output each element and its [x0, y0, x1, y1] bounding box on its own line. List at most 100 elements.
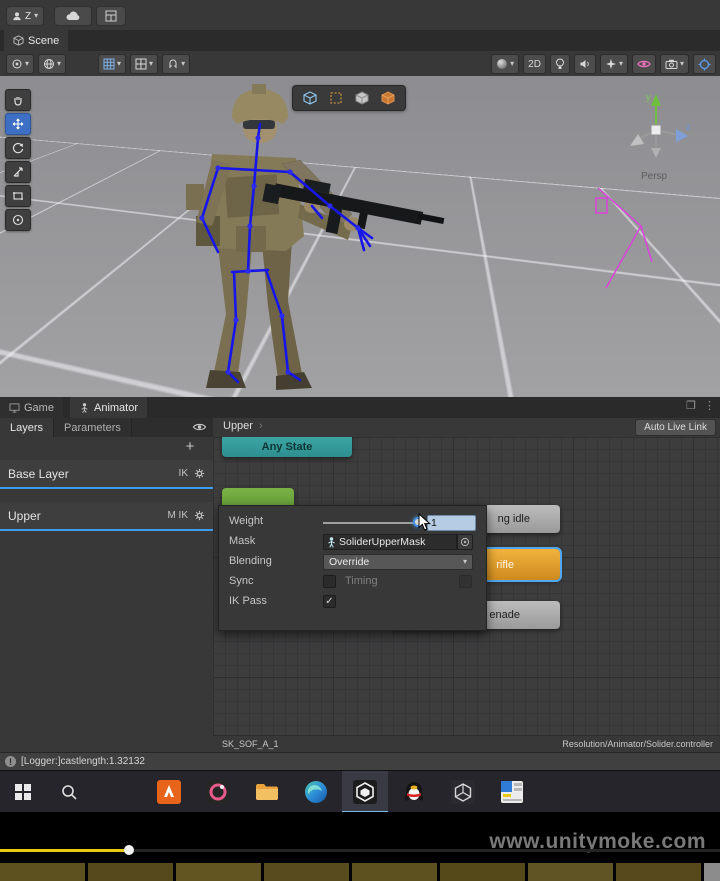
dashed-frame-icon [329, 91, 343, 105]
thumbnail-tile [264, 863, 349, 881]
layer-item-upper[interactable]: Upper M IK [0, 502, 213, 531]
dock-icon[interactable]: ❐ [686, 399, 696, 412]
thumbnail-tile [616, 863, 701, 881]
handle-orientation-button[interactable]: ▾ [38, 54, 66, 74]
start-button[interactable] [0, 771, 46, 813]
gear-icon[interactable] [194, 468, 205, 479]
hand-icon [12, 94, 24, 106]
blending-value: Override [329, 556, 369, 568]
tab-game[interactable]: Game [0, 397, 63, 418]
taskbar-unity-hub[interactable] [440, 771, 486, 813]
grid-snapping-button[interactable]: ▾ [130, 54, 158, 74]
sync-label: Sync [229, 575, 253, 587]
gray-cube-button[interactable] [351, 89, 373, 107]
checkmark-icon: ✓ [325, 596, 333, 607]
frame-mode-button[interactable] [325, 89, 347, 107]
any-state-label: Any State [262, 441, 313, 453]
kebab-menu-icon[interactable]: ⋮ [704, 399, 715, 412]
auto-live-link-button[interactable]: Auto Live Link [635, 419, 716, 436]
graph-header: Upper › Auto Live Link [213, 418, 720, 438]
weight-value-field[interactable]: 1 [427, 515, 476, 531]
ik-pass-checkbox[interactable]: ✓ [323, 595, 336, 608]
hand-tool-button[interactable] [5, 89, 31, 111]
grid-visibility-button[interactable]: ▾ [98, 54, 126, 74]
timing-checkbox[interactable] [459, 575, 472, 588]
thumbnail-tile [0, 863, 85, 881]
taskbar-app-orange[interactable] [146, 771, 192, 813]
video-progress-knob[interactable] [124, 845, 134, 855]
tab-parameters[interactable]: Parameters [54, 418, 132, 437]
object-picker-button[interactable] [457, 534, 473, 550]
folder-icon [254, 779, 280, 805]
sync-checkbox[interactable] [323, 575, 336, 588]
persp-label[interactable]: Persp [641, 171, 667, 182]
shaded-sphere-icon [496, 58, 508, 70]
taskbar-search-button[interactable] [46, 771, 92, 813]
taskbar-file-explorer[interactable] [244, 771, 290, 813]
video-thumbnail-strip[interactable] [0, 863, 720, 881]
tab-scene[interactable]: Scene [4, 30, 68, 51]
shaded-cube-button[interactable] [299, 89, 321, 107]
titlebar: Z ▾ [0, 0, 720, 31]
layer-ik-badge: IK [179, 468, 188, 479]
layers-eye-button[interactable] [192, 422, 207, 432]
scene-gizmo[interactable]: y z [618, 88, 694, 168]
2d-toggle-button[interactable]: 2D [523, 54, 546, 74]
controller-path: Resolution/Animator/Solider.controller [562, 739, 713, 749]
any-state-node[interactable]: Any State [222, 437, 352, 457]
rect-icon [12, 190, 24, 202]
thumbnail-tile [704, 863, 720, 881]
scale-tool-button[interactable] [5, 161, 31, 183]
add-layer-button[interactable]: + [181, 437, 199, 455]
game-monitor-icon [9, 403, 20, 413]
grid-layout-icon [105, 10, 117, 22]
layer-name: Base Layer [8, 467, 179, 481]
cloud-button[interactable] [54, 6, 92, 26]
account-button[interactable]: Z ▾ [6, 6, 44, 26]
rifle-state-label: rifle [496, 559, 514, 571]
blending-dropdown[interactable]: Override ▾ [323, 554, 473, 570]
tool-settings-button[interactable]: ▾ [6, 54, 34, 74]
scene-viewport[interactable]: y z Persp [0, 76, 720, 397]
paint-app-icon [205, 779, 231, 805]
taskbar-qq[interactable] [391, 771, 437, 813]
lighting-toggle-button[interactable] [550, 54, 570, 74]
snap-toggle-button[interactable]: ▾ [162, 54, 190, 74]
chevron-down-icon: ▾ [619, 60, 623, 68]
mouse-cursor [418, 513, 431, 531]
shading-mode-button[interactable]: ▾ [491, 54, 519, 74]
breadcrumb-label: Upper [223, 420, 253, 432]
textured-cube-button[interactable] [377, 89, 399, 107]
breadcrumb[interactable]: Upper › [223, 420, 263, 432]
transform-tool-button[interactable] [5, 209, 31, 231]
animator-icon [79, 402, 90, 413]
statusbar[interactable]: ! [Logger:]castlength:1.32132 [0, 752, 720, 771]
scene-3d-art [0, 76, 720, 397]
audio-toggle-button[interactable] [574, 54, 596, 74]
taskbar-app-paint[interactable] [195, 771, 241, 813]
state-machine-graph[interactable]: Any State ng idle rifle enade Weight 1 M… [213, 437, 720, 735]
blending-label: Blending [229, 555, 272, 567]
taskbar-app-docs[interactable] [489, 771, 535, 813]
windows-logo-icon [15, 784, 31, 800]
rect-tool-button[interactable] [5, 185, 31, 207]
search-icon [60, 783, 78, 801]
taskbar-edge-browser[interactable] [293, 771, 339, 813]
taskbar-unity-editor[interactable] [342, 771, 388, 813]
tab-game-label: Game [24, 402, 54, 414]
layer-item-base[interactable]: Base Layer IK [0, 460, 213, 489]
move-tool-button[interactable] [5, 113, 31, 135]
scene-visibility-button[interactable] [632, 54, 656, 74]
gear-icon[interactable] [194, 510, 205, 521]
effects-toggle-button[interactable]: ▾ [600, 54, 628, 74]
camera-settings-button[interactable]: ▾ [660, 54, 689, 74]
search-gizmo-button[interactable] [693, 54, 716, 74]
thumbnail-tile [176, 863, 261, 881]
tab-animator[interactable]: Animator [70, 397, 147, 418]
tab-layers[interactable]: Layers [0, 418, 54, 437]
rotate-tool-button[interactable] [5, 137, 31, 159]
view-mode-bar [292, 85, 406, 111]
mask-object-field[interactable]: SoliderUpperMask [323, 534, 457, 550]
layout-button[interactable] [96, 6, 126, 26]
weight-slider[interactable] [323, 522, 419, 524]
